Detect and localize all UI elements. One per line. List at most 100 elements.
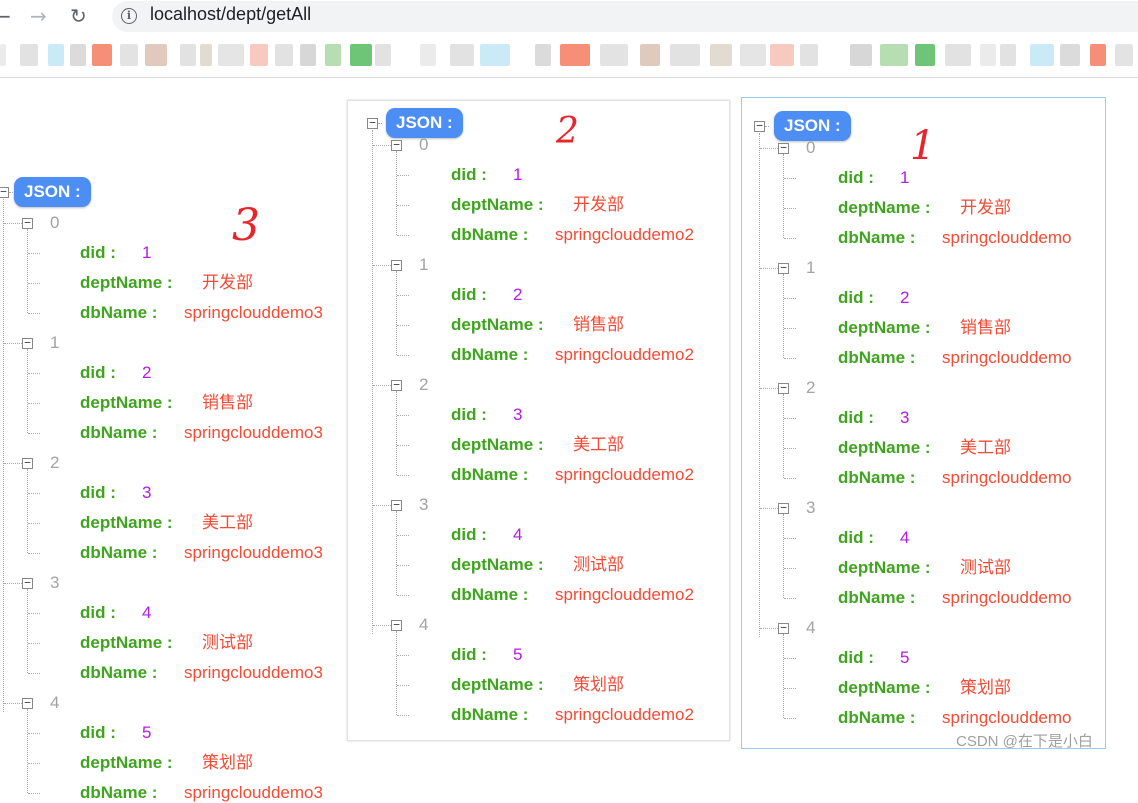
bookmark-item[interactable] bbox=[670, 44, 700, 66]
bookmark-item[interactable] bbox=[1060, 44, 1080, 66]
bookmark-item[interactable] bbox=[1030, 44, 1054, 66]
bookmark-item[interactable] bbox=[800, 44, 818, 66]
collapse-toggle-icon[interactable]: − bbox=[22, 217, 33, 229]
collapse-toggle-icon[interactable]: − bbox=[778, 262, 789, 274]
field-value-did: 3 bbox=[900, 408, 910, 427]
field-value-did: 1 bbox=[513, 165, 523, 184]
bookmark-item[interactable] bbox=[535, 44, 551, 66]
bookmark-item[interactable] bbox=[980, 44, 996, 66]
field-key-deptName: deptName : bbox=[80, 633, 173, 652]
collapse-toggle-icon[interactable]: − bbox=[0, 186, 9, 198]
bookmark-item[interactable] bbox=[640, 44, 660, 66]
handwritten-annotation: 2 bbox=[556, 111, 579, 152]
site-info-icon[interactable]: i bbox=[121, 8, 137, 24]
field-key-did: did : bbox=[451, 405, 487, 424]
collapse-toggle-icon[interactable]: − bbox=[367, 117, 378, 129]
bookmark-item[interactable] bbox=[70, 44, 86, 66]
bookmark-item[interactable] bbox=[180, 44, 196, 66]
collapse-toggle-icon[interactable]: − bbox=[391, 139, 402, 151]
field-value-did: 3 bbox=[142, 483, 152, 502]
forward-arrow-icon[interactable]: → bbox=[30, 4, 47, 28]
reload-icon[interactable]: ↻ bbox=[70, 4, 87, 28]
field-value-deptName: 测试部 bbox=[202, 633, 253, 652]
collapse-toggle-icon[interactable]: − bbox=[754, 120, 765, 132]
field-key-did: did : bbox=[451, 645, 487, 664]
collapse-toggle-icon[interactable]: − bbox=[22, 457, 33, 469]
tree-connector bbox=[28, 403, 40, 404]
field-value-did: 4 bbox=[900, 528, 910, 547]
tree-connector bbox=[373, 625, 391, 626]
tree-connector bbox=[784, 328, 796, 329]
collapse-toggle-icon[interactable]: − bbox=[391, 619, 402, 631]
bookmark-item[interactable] bbox=[1115, 44, 1133, 66]
field-key-deptName: deptName : bbox=[451, 675, 544, 694]
bookmark-item[interactable] bbox=[710, 44, 732, 66]
field-key-dbName: dbName : bbox=[80, 543, 158, 562]
field-value-did: 4 bbox=[513, 525, 523, 544]
tree-connector bbox=[372, 130, 373, 634]
field-key-deptName: deptName : bbox=[838, 678, 931, 697]
bookmark-item[interactable] bbox=[560, 44, 590, 66]
bookmark-item[interactable] bbox=[770, 44, 794, 66]
collapse-toggle-icon[interactable]: − bbox=[391, 259, 402, 271]
tree-connector bbox=[28, 673, 40, 674]
collapse-toggle-icon[interactable]: − bbox=[778, 502, 789, 514]
back-arrow-icon[interactable]: ← bbox=[0, 4, 11, 28]
json-root-badge: JSON : bbox=[14, 177, 91, 207]
field-key-dbName: dbName : bbox=[80, 783, 158, 802]
bookmarks-bar bbox=[0, 34, 1138, 78]
field-value-deptName: 美工部 bbox=[573, 435, 624, 454]
tree-connector bbox=[397, 685, 409, 686]
bookmark-item[interactable] bbox=[0, 44, 6, 66]
tree-connector bbox=[27, 589, 28, 673]
tree-connector bbox=[783, 154, 784, 238]
bookmark-item[interactable] bbox=[350, 44, 372, 66]
bookmark-item[interactable] bbox=[120, 44, 138, 66]
collapse-toggle-icon[interactable]: − bbox=[22, 337, 33, 349]
url-text[interactable]: localhost/dept/getAll bbox=[150, 4, 311, 25]
bookmark-item[interactable] bbox=[325, 44, 341, 66]
bookmark-item[interactable] bbox=[945, 44, 971, 66]
bookmark-item[interactable] bbox=[915, 44, 935, 66]
tree-connector bbox=[397, 235, 409, 236]
bookmark-item[interactable] bbox=[200, 44, 212, 66]
bookmark-item[interactable] bbox=[48, 44, 64, 66]
bookmark-item[interactable] bbox=[420, 44, 436, 66]
bookmark-item[interactable] bbox=[1090, 44, 1106, 66]
bookmark-item[interactable] bbox=[850, 44, 872, 66]
field-key-did: did : bbox=[80, 603, 116, 622]
tree-connector bbox=[784, 718, 796, 719]
field-key-did: did : bbox=[80, 483, 116, 502]
bookmark-item[interactable] bbox=[20, 44, 38, 66]
field-value-dbName: springclouddemo bbox=[942, 468, 1072, 487]
tree-connector bbox=[784, 208, 796, 209]
bookmark-item[interactable] bbox=[92, 44, 112, 66]
bookmark-item[interactable] bbox=[880, 44, 908, 66]
collapse-toggle-icon[interactable]: − bbox=[778, 382, 789, 394]
bookmark-item[interactable] bbox=[275, 44, 293, 66]
bookmark-item[interactable] bbox=[1000, 44, 1016, 66]
field-key-deptName: deptName : bbox=[838, 438, 931, 457]
collapse-toggle-icon[interactable]: − bbox=[22, 697, 33, 709]
tree-connector bbox=[28, 283, 40, 284]
collapse-toggle-icon[interactable]: − bbox=[391, 379, 402, 391]
collapse-toggle-icon[interactable]: − bbox=[391, 499, 402, 511]
collapse-toggle-icon[interactable]: − bbox=[778, 622, 789, 634]
field-key-did: did : bbox=[838, 168, 874, 187]
bookmark-item[interactable] bbox=[300, 44, 316, 66]
field-value-deptName: 测试部 bbox=[960, 558, 1011, 577]
tree-connector bbox=[784, 478, 796, 479]
collapse-toggle-icon[interactable]: − bbox=[778, 142, 789, 154]
collapse-toggle-icon[interactable]: − bbox=[22, 577, 33, 589]
bookmark-item[interactable] bbox=[250, 44, 268, 66]
tree-connector bbox=[397, 175, 409, 176]
bookmark-item[interactable] bbox=[740, 44, 766, 66]
bookmark-item[interactable] bbox=[600, 44, 628, 66]
field-value-did: 3 bbox=[513, 405, 523, 424]
bookmark-item[interactable] bbox=[218, 44, 244, 66]
bookmark-item[interactable] bbox=[375, 44, 391, 66]
bookmark-item[interactable] bbox=[480, 44, 510, 66]
bookmark-item[interactable] bbox=[450, 44, 474, 66]
field-value-did: 1 bbox=[900, 168, 910, 187]
bookmark-item[interactable] bbox=[145, 44, 167, 66]
